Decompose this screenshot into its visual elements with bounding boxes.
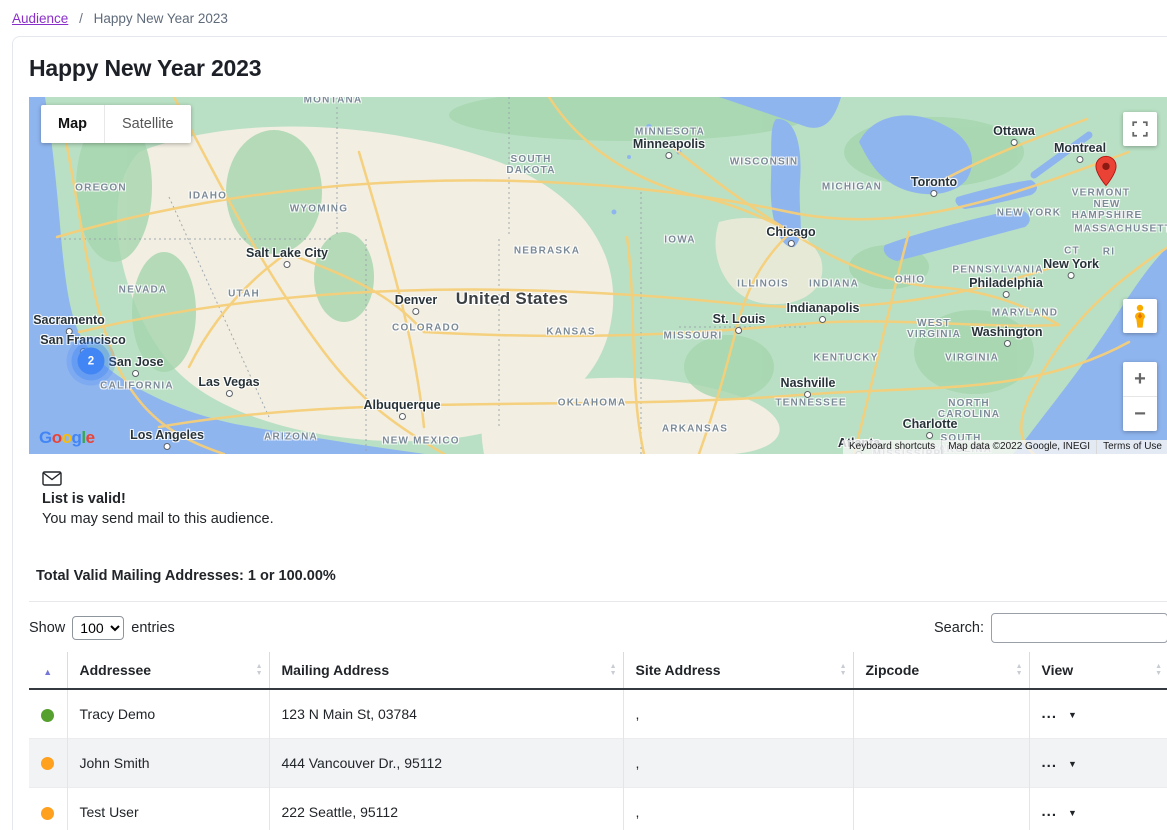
map-country-label: United States [455, 289, 569, 308]
search-label: Search: [934, 620, 984, 636]
google-logo[interactable]: Google [39, 428, 95, 448]
search-control: Search: [934, 613, 1167, 643]
map-data-attribution: Map data ©2022 Google, INEGI [941, 440, 1097, 454]
ellipsis-icon: ... [1041, 705, 1058, 723]
cell-addressee: Test User [66, 786, 269, 830]
table-controls: Show 100 entries Search: [29, 613, 1167, 643]
cell-addressee: John Smith [66, 737, 269, 787]
zoom-control: + − [1123, 362, 1157, 431]
pegman-icon [1135, 304, 1145, 328]
table-header-row: Addressee Mailing Address Site Address Z… [29, 652, 1167, 690]
list-status-title: List is valid! [42, 491, 126, 507]
column-header-addressee[interactable]: Addressee [66, 652, 269, 690]
breadcrumb-separator: / [79, 11, 83, 26]
breadcrumb-current: Happy New Year 2023 [93, 11, 228, 26]
keyboard-shortcuts-link[interactable]: Keyboard shortcuts [843, 440, 942, 454]
column-header-view[interactable]: View [1028, 652, 1167, 690]
breadcrumb-link-audience[interactable]: Audience [12, 11, 68, 26]
valid-addresses-summary: Total Valid Mailing Addresses: 1 or 100.… [36, 568, 336, 584]
zoom-in-button[interactable]: + [1123, 362, 1157, 397]
view-dropdown-button[interactable]: ... [1042, 803, 1077, 820]
map-type-map-button[interactable]: Map [41, 105, 105, 143]
google-logo-letter: o [61, 428, 72, 447]
view-dropdown-button[interactable]: ... [1042, 705, 1077, 722]
cell-addressee: Tracy Demo [66, 689, 269, 738]
search-input[interactable] [991, 613, 1167, 643]
fullscreen-icon [1132, 121, 1148, 137]
map-canvas[interactable]: MONTANA MINNESOTA WISCONSIN SOUTH DAKOTA… [29, 97, 1167, 454]
column-header-site-address[interactable]: Site Address [622, 652, 853, 690]
map-type-control: Map Satellite [41, 105, 191, 143]
google-logo-letter: o [51, 428, 62, 447]
status-dot [41, 708, 55, 722]
cell-zipcode [852, 689, 1029, 738]
cell-site-address: , [622, 737, 853, 787]
sort-icon [840, 663, 847, 677]
map-attribution: Keyboard shortcuts Map data ©2022 Google… [843, 440, 1167, 454]
table-row: John Smith 444 Vancouver Dr., 95112 , ..… [29, 737, 1167, 787]
caret-down-icon [1057, 754, 1077, 771]
cell-mailing-address: 123 N Main St, 03784 [268, 689, 623, 738]
sort-ascending-icon [43, 662, 52, 678]
list-status-message: You may send mail to this audience. [42, 511, 274, 527]
map-type-satellite-button[interactable]: Satellite [105, 105, 191, 143]
column-header-status[interactable] [29, 652, 67, 690]
audience-table: Addressee Mailing Address Site Address Z… [29, 652, 1167, 830]
status-dot [41, 757, 55, 771]
breadcrumb: Audience / Happy New Year 2023 [0, 0, 1167, 36]
sort-icon [1155, 663, 1162, 677]
audience-card: Happy New Year 2023 MONTANA MINNESOTA WI… [12, 36, 1167, 830]
page-title: Happy New Year 2023 [29, 55, 262, 81]
ellipsis-icon: ... [1041, 803, 1058, 821]
google-logo-letter: g [71, 428, 82, 447]
entries-label: entries [131, 620, 175, 636]
sort-icon [1016, 663, 1023, 677]
table-row: Test User 222 Seattle, 95112 , ... [29, 786, 1167, 830]
cell-site-address: , [622, 689, 853, 738]
google-logo-letter: e [85, 428, 95, 447]
envelope-icon [42, 471, 62, 486]
cell-mailing-address: 444 Vancouver Dr., 95112 [268, 737, 623, 787]
sort-icon [256, 663, 263, 677]
caret-down-icon [1057, 803, 1077, 820]
cell-zipcode [852, 786, 1029, 830]
zoom-out-button[interactable]: − [1123, 397, 1157, 431]
page-length-select[interactable]: 100 [72, 616, 125, 640]
ellipsis-icon: ... [1041, 754, 1058, 771]
map-pin-marker[interactable] [1095, 155, 1117, 192]
sort-icon [610, 663, 617, 677]
google-logo-letter: G [39, 428, 52, 447]
status-dot [41, 806, 55, 820]
fullscreen-button[interactable] [1123, 112, 1157, 146]
column-header-zipcode[interactable]: Zipcode [852, 652, 1029, 690]
terms-of-use-link[interactable]: Terms of Use [1096, 440, 1167, 454]
list-status-block: List is valid! You may send mail to this… [42, 471, 1166, 527]
table-row: Tracy Demo 123 N Main St, 03784 , ... [29, 689, 1167, 738]
caret-down-icon [1057, 705, 1077, 722]
cell-mailing-address: 222 Seattle, 95112 [268, 786, 623, 830]
show-label: Show [29, 620, 66, 636]
pegman-button[interactable] [1123, 299, 1157, 333]
map-cluster-marker[interactable]: 2 [77, 347, 105, 375]
cell-site-address: , [622, 786, 853, 830]
divider [29, 601, 1167, 602]
column-header-mailing-address[interactable]: Mailing Address [268, 652, 623, 690]
view-dropdown-button[interactable]: ... [1042, 754, 1077, 771]
map-terrain [29, 97, 1167, 454]
page-length-control: Show 100 entries [29, 616, 175, 640]
cell-zipcode [852, 737, 1029, 787]
